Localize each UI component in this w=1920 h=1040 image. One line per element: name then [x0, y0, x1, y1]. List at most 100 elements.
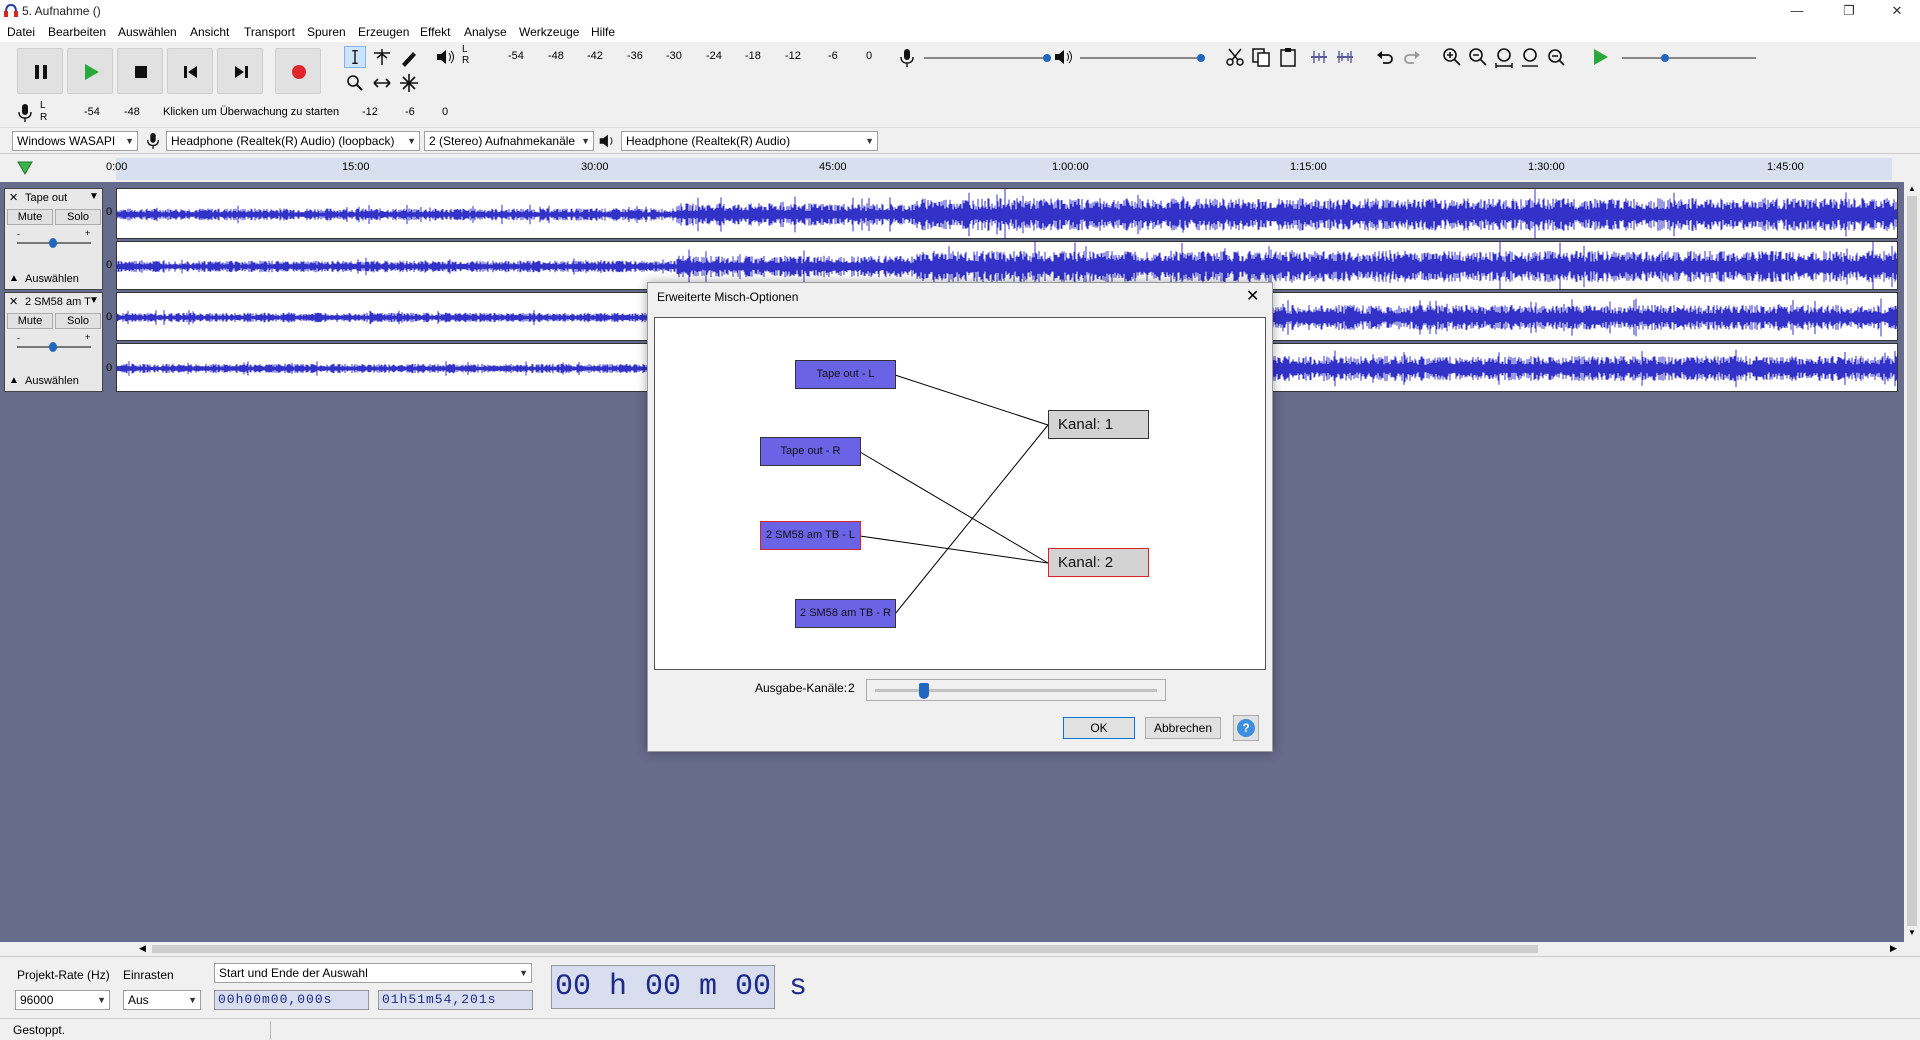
track-menu-chevron-icon[interactable]: ▼ — [89, 191, 99, 202]
fit-project-icon[interactable] — [1519, 46, 1541, 68]
zoom-tool-icon[interactable] — [344, 72, 366, 94]
envelope-tool-icon[interactable] — [371, 46, 393, 68]
dialog-close-icon[interactable]: ✕ — [1246, 286, 1259, 306]
selection-start-time[interactable]: 00h00m00,000s — [214, 990, 369, 1010]
trim-audio-icon[interactable] — [1308, 46, 1330, 68]
scroll-down-icon[interactable]: ▼ — [1908, 928, 1916, 937]
track-name[interactable]: Tape out — [25, 192, 67, 204]
playback-meter[interactable]: -54 -48 -42 -36 -30 -24 -18 -12 -6 0 — [470, 45, 878, 67]
selection-mode-select[interactable]: Start und Ende der Auswahl ▼ — [214, 963, 532, 983]
record-button[interactable] — [275, 48, 321, 94]
menu-spuren[interactable]: Spuren — [307, 25, 346, 39]
scroll-thumb[interactable] — [152, 945, 1538, 953]
slider-thumb[interactable] — [918, 683, 929, 699]
selection-tool-icon[interactable] — [344, 46, 366, 68]
selection-end-time[interactable]: 01h51m54,201s — [378, 990, 533, 1010]
horizontal-scrollbar[interactable]: ◀ ▶ — [136, 942, 1904, 956]
track-close-icon[interactable]: ✕ — [9, 191, 18, 204]
menu-datei[interactable]: Datei — [7, 25, 35, 39]
record-volume-slider[interactable] — [924, 54, 1051, 62]
collapse-icon[interactable]: ▲ — [9, 273, 19, 284]
skip-to-start-button[interactable] — [167, 48, 213, 94]
copy-icon[interactable] — [1250, 46, 1272, 68]
help-button[interactable]: ? — [1233, 715, 1259, 741]
connection-line — [859, 451, 1049, 564]
scroll-right-icon[interactable]: ▶ — [1890, 943, 1897, 954]
fit-selection-icon[interactable] — [1493, 46, 1515, 68]
menu-bearbeiten[interactable]: Bearbeiten — [48, 25, 106, 39]
output-channel-node[interactable]: Kanal: 2 — [1048, 548, 1149, 577]
scroll-up-icon[interactable]: ▲ — [1908, 184, 1916, 193]
zoom-toggle-icon[interactable] — [1545, 46, 1567, 68]
time-tick: 1:15:00 — [1290, 161, 1327, 173]
menu-effekt[interactable]: Effekt — [420, 25, 450, 39]
pinned-play-head-icon[interactable] — [16, 160, 34, 176]
draw-tool-icon[interactable] — [398, 46, 420, 68]
source-node[interactable]: 2 SM58 am TB - L — [760, 521, 861, 550]
play-speed-slider[interactable] — [1622, 54, 1756, 62]
menu-transport[interactable]: Transport — [244, 25, 295, 39]
select-track-button[interactable]: Auswählen — [25, 273, 79, 285]
gain-slider[interactable] — [17, 342, 91, 352]
timeline-ruler[interactable]: 0:00 15:00 30:00 45:00 1:00:00 1:15:00 1… — [106, 158, 1892, 180]
track-name[interactable]: 2 SM58 am T — [25, 296, 91, 308]
mix-matrix-canvas[interactable]: Tape out - L Tape out - R 2 SM58 am TB -… — [654, 317, 1266, 670]
skip-to-end-button[interactable] — [217, 48, 263, 94]
ok-button[interactable]: OK — [1063, 717, 1135, 739]
source-node[interactable]: 2 SM58 am TB - R — [795, 599, 896, 628]
menu-werkzeuge[interactable]: Werkzeuge — [519, 25, 579, 39]
solo-button[interactable]: Solo — [55, 313, 101, 329]
menu-analyse[interactable]: Analyse — [464, 25, 507, 39]
vertical-scrollbar[interactable]: ▲ ▼ — [1904, 182, 1920, 942]
restore-button[interactable]: ❐ — [1826, 0, 1872, 22]
pause-button[interactable] — [17, 48, 63, 94]
project-rate-select[interactable]: 96000 ▼ — [15, 990, 110, 1010]
gain-slider[interactable] — [17, 238, 91, 248]
playback-device-select[interactable]: Headphone (Realtek(R) Audio) ▼ — [621, 131, 878, 151]
menu-ansicht[interactable]: Ansicht — [190, 25, 229, 39]
stop-button[interactable] — [117, 48, 163, 94]
mute-button[interactable]: Mute — [7, 209, 53, 225]
record-meter[interactable]: -54 -48 Klicken um Überwachung zu starte… — [50, 100, 452, 124]
snap-select[interactable]: Aus ▼ — [123, 990, 201, 1010]
cut-icon[interactable] — [1224, 46, 1246, 68]
status-divider — [270, 1021, 271, 1039]
zoom-in-icon[interactable] — [1441, 46, 1463, 68]
collapse-icon[interactable]: ▲ — [9, 375, 19, 386]
close-window-button[interactable]: ✕ — [1874, 0, 1920, 22]
track-menu-chevron-icon[interactable]: ▼ — [89, 295, 99, 306]
select-track-button[interactable]: Auswählen — [25, 375, 79, 387]
scroll-thumb[interactable] — [1907, 196, 1917, 926]
silence-audio-icon[interactable] — [1334, 46, 1356, 68]
output-channel-node[interactable]: Kanal: 1 — [1048, 410, 1149, 439]
play-button[interactable] — [67, 48, 113, 94]
track-close-icon[interactable]: ✕ — [9, 295, 18, 308]
audio-position-clock[interactable]: 00 h 00 m 00 s — [551, 965, 807, 1009]
gain-thumb[interactable] — [49, 342, 57, 352]
multi-tool-icon[interactable] — [398, 72, 420, 94]
audio-host-select[interactable]: Windows WASAPI ▼ — [12, 131, 138, 151]
play-at-speed-icon[interactable] — [1589, 46, 1611, 68]
playback-volume-slider[interactable] — [1080, 54, 1205, 62]
redo-icon[interactable] — [1401, 46, 1423, 68]
status-text: Gestoppt. — [13, 1023, 66, 1037]
time-shift-tool-icon[interactable] — [371, 72, 393, 94]
menu-hilfe[interactable]: Hilfe — [591, 25, 615, 39]
zoom-out-icon[interactable] — [1467, 46, 1489, 68]
undo-icon[interactable] — [1374, 46, 1396, 68]
scroll-left-icon[interactable]: ◀ — [139, 943, 146, 954]
output-channels-slider[interactable] — [866, 679, 1166, 701]
mute-button[interactable]: Mute — [7, 313, 53, 329]
gain-thumb[interactable] — [49, 238, 57, 248]
menu-auswaehlen[interactable]: Auswählen — [118, 25, 177, 39]
minimize-button[interactable]: — — [1774, 0, 1820, 22]
record-channels-select[interactable]: 2 (Stereo) Aufnahmekanäle ▼ — [424, 131, 594, 151]
solo-button[interactable]: Solo — [55, 209, 101, 225]
record-device-select[interactable]: Headphone (Realtek(R) Audio) (loopback) ▼ — [166, 131, 420, 151]
paste-icon[interactable] — [1277, 46, 1299, 68]
source-node[interactable]: Tape out - R — [760, 437, 861, 466]
cancel-button[interactable]: Abbrechen — [1145, 717, 1221, 739]
waveform-channel[interactable] — [116, 188, 1898, 239]
source-node[interactable]: Tape out - L — [795, 360, 896, 389]
menu-erzeugen[interactable]: Erzeugen — [358, 25, 409, 39]
